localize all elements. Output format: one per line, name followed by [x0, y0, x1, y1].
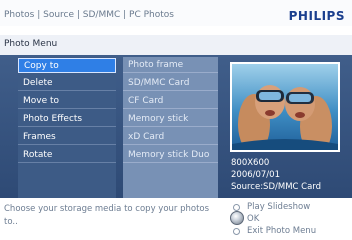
submenu-item-cf-card[interactable]: CF Card [123, 94, 218, 109]
breadcrumb: Photos | Source | SD/MMC | PC Photos [4, 10, 174, 20]
menu-item-frames[interactable]: Frames [18, 130, 116, 145]
submenu-item-photo-frame[interactable]: Photo frame [123, 58, 218, 73]
menu-title-bar: Photo Menu [0, 35, 352, 55]
photo-preview [230, 62, 340, 152]
play-slideshow-radio[interactable] [233, 204, 240, 211]
menu-item-copy-to[interactable]: Copy to [18, 58, 116, 73]
menu-item-rotate[interactable]: Rotate [18, 148, 116, 163]
brand-logo: PHILIPS [288, 9, 345, 23]
option-exit-photo-menu[interactable]: Exit Photo Menu [247, 226, 316, 236]
ok-button-icon[interactable] [230, 211, 244, 225]
exit-photo-menu-radio[interactable] [233, 228, 240, 235]
menu-item-photo-effects[interactable]: Photo Effects [18, 112, 116, 127]
photo-source: Source:SD/MMC Card [231, 182, 322, 192]
menu-item-move-to[interactable]: Move to [18, 94, 116, 109]
help-text: Choose your storage media to copy your p… [4, 204, 210, 227]
header-bar: Photos | Source | SD/MMC | PC Photos PHI… [0, 0, 352, 26]
submenu-item-memory-stick[interactable]: Memory stick [123, 112, 218, 127]
option-play-slideshow[interactable]: Play Slideshow [247, 202, 310, 212]
option-ok[interactable]: OK [247, 214, 259, 224]
submenu-item-memory-stick-duo[interactable]: Memory stick Duo [123, 148, 218, 163]
menu-title: Photo Menu [4, 39, 58, 49]
menu-item-delete[interactable]: Delete [18, 76, 116, 91]
submenu-item-sd-mmc-card[interactable]: SD/MMC Card [123, 76, 218, 91]
photo-date: 2006/07/01 [231, 170, 280, 180]
photo-thumbnail-image [232, 64, 338, 150]
photo-resolution: 800X600 [231, 158, 270, 168]
submenu-item-xd-card[interactable]: xD Card [123, 130, 218, 145]
